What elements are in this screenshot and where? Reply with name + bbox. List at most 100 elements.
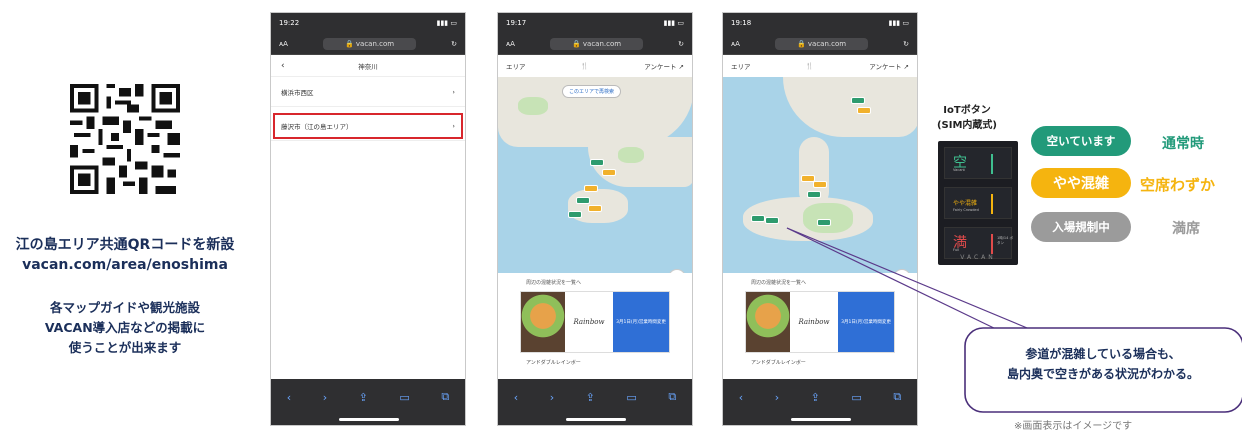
map-pin-vacant[interactable]	[568, 211, 582, 218]
list-item-fujisawa-enoshima[interactable]: 藤沢市（江の島エリア） ›	[271, 111, 465, 141]
iot-key-caption: Fairly Crowded	[953, 208, 979, 212]
reload-icon[interactable]: ↻	[678, 40, 684, 48]
shop-logo: Rainbow	[573, 318, 605, 326]
url-text: vacan.com	[355, 39, 395, 48]
list-item-yokohama[interactable]: 横浜市西区 ›	[271, 77, 465, 107]
text-size-button[interactable]: ᴀA	[731, 40, 740, 48]
url-text: vacan.com	[582, 39, 622, 48]
text-size-button[interactable]: ᴀA	[506, 40, 515, 48]
restaurant-icon[interactable]: 🍴	[581, 62, 589, 70]
callout-line2: 島内奥で空きがある状況がわかる。	[1006, 367, 1199, 381]
tabs-icon[interactable]: ⧉	[668, 390, 676, 404]
browser-url-bar[interactable]: ᴀA 🔒 vacan.com ↻	[723, 33, 917, 55]
chevron-right-icon: ›	[452, 87, 455, 96]
area-list: ‹ 神奈川 横浜市西区 › 藤沢市（江の島エリア） ›	[271, 55, 465, 381]
list-header-title: 神奈川	[358, 62, 378, 71]
survey-label: アンケート	[644, 63, 677, 71]
bookmarks-icon[interactable]: ▭	[399, 391, 409, 404]
shop-card[interactable]: Rainbow 3月1日(月)営業時間変更	[520, 291, 670, 353]
status-bar: 19:22 ▮▮▮ ▭	[271, 13, 465, 33]
home-indicator	[566, 418, 626, 421]
area-search-button[interactable]: このエリアで再検索	[562, 85, 622, 98]
back-chevron-icon[interactable]: ‹	[281, 61, 285, 71]
signal-battery-icon: ▮▮▮ ▭	[663, 19, 684, 27]
status-pill-crowded: やや混雑	[1031, 168, 1131, 198]
iot-title-line1: IoTボタン	[943, 105, 991, 116]
cards-list-label[interactable]: 周辺の混雑状況を一覧へ	[751, 279, 917, 286]
map-pin-crowded[interactable]	[857, 107, 871, 114]
forward-arrow-icon[interactable]: ›	[775, 391, 779, 404]
iot-key-led	[991, 194, 993, 214]
list-item-label: 横浜市西区	[281, 88, 314, 97]
url-text: vacan.com	[807, 39, 847, 48]
share-icon[interactable]: ⇪	[359, 391, 368, 404]
iot-key-symbol: やや混雑	[953, 200, 978, 207]
forward-arrow-icon[interactable]: ›	[550, 391, 554, 404]
shop-cards: 周辺の混雑状況を一覧へ Rainbow 3月1日(月)営業時間変更 アンドダブル…	[723, 273, 917, 381]
status-time: 19:22	[279, 19, 300, 27]
status-time: 19:17	[506, 19, 527, 27]
map-pin-vacant[interactable]	[765, 217, 779, 224]
status-bar: 19:17 ▮▮▮ ▭	[498, 13, 692, 33]
map-view[interactable]: このエリアで再検索 ≡	[498, 77, 692, 293]
map-pin-crowded[interactable]	[584, 185, 598, 192]
area-tab[interactable]: エリア	[506, 61, 526, 71]
browser-url-bar[interactable]: ᴀA 🔒 vacan.com ↻	[271, 33, 465, 55]
survey-link[interactable]: アンケート ↗	[644, 61, 684, 71]
browser-url-bar[interactable]: ᴀA 🔒 vacan.com ↻	[498, 33, 692, 55]
map-pin-crowded[interactable]	[813, 181, 827, 188]
bookmarks-icon[interactable]: ▭	[626, 391, 636, 404]
map-pin-vacant[interactable]	[807, 191, 821, 198]
map-header: エリア 🍴 アンケート ↗	[498, 55, 692, 77]
bookmarks-icon[interactable]: ▭	[851, 391, 861, 404]
map-view[interactable]: ≡	[723, 77, 917, 293]
forward-arrow-icon[interactable]: ›	[323, 391, 327, 404]
map-pin-vacant[interactable]	[817, 219, 831, 226]
left-caption-bottom: 各マップガイドや観光施設 VACAN導入店などの掲載に 使うことが出来ます	[0, 298, 250, 358]
shop-card[interactable]: Rainbow 3月1日(月)営業時間変更	[745, 291, 895, 353]
back-arrow-icon[interactable]: ‹	[514, 391, 518, 404]
chevron-right-icon: ›	[452, 121, 455, 130]
callout-text: 参道が混雑している場合も、 島内奥で空きがある状況がわかる。	[972, 344, 1234, 384]
share-icon[interactable]: ⇪	[811, 391, 820, 404]
reload-icon[interactable]: ↻	[903, 40, 909, 48]
map-park	[518, 97, 548, 115]
image-note: ※画面表示はイメージです	[1014, 421, 1133, 432]
map-pin-vacant[interactable]	[590, 159, 604, 166]
reload-icon[interactable]: ↻	[451, 40, 457, 48]
area-tab[interactable]: エリア	[731, 61, 751, 71]
status-pill-restricted: 入場規制中	[1031, 212, 1131, 242]
external-link-icon: ↗	[678, 63, 684, 71]
map-pin-vacant[interactable]	[851, 97, 865, 104]
map-pin-crowded[interactable]	[588, 205, 602, 212]
url-field[interactable]: 🔒 vacan.com	[549, 37, 644, 50]
caption-line-3: 各マップガイドや観光施設	[49, 300, 200, 315]
shop-notice: 3月1日(月)営業時間変更	[613, 292, 669, 352]
map-pin-vacant[interactable]	[576, 197, 590, 204]
iot-key-vacant[interactable]: 空 Vacant	[944, 147, 1012, 179]
tabs-icon[interactable]: ⧉	[441, 390, 449, 404]
shop-cards: 周辺の混雑状況を一覧へ Rainbow 3月1日(月)営業時間変更 アンドダブル…	[498, 273, 692, 381]
cards-list-label[interactable]: 周辺の混雑状況を一覧へ	[526, 279, 692, 286]
iot-key-led	[991, 154, 993, 174]
url-field[interactable]: 🔒 vacan.com	[322, 37, 417, 50]
text-size-button[interactable]: ᴀA	[279, 40, 288, 48]
survey-link[interactable]: アンケート ↗	[869, 61, 909, 71]
tabs-icon[interactable]: ⧉	[893, 390, 901, 404]
iot-key-crowded[interactable]: やや混雑 Fairly Crowded	[944, 187, 1012, 219]
back-arrow-icon[interactable]: ‹	[739, 391, 743, 404]
iot-key-caption: Vacant	[953, 168, 965, 172]
map-park	[618, 147, 644, 163]
iot-button-device: 空 Vacant やや混雑 Fairly Crowded 満 Full 1時/1…	[938, 141, 1018, 265]
map-pin-vacant[interactable]	[751, 215, 765, 222]
url-field[interactable]: 🔒 vacan.com	[774, 37, 869, 50]
shop-photo	[521, 292, 565, 352]
share-icon[interactable]: ⇪	[586, 391, 595, 404]
shop-notice: 3月1日(月)営業時間変更	[838, 292, 894, 352]
vacan-brand-logo: VACAN	[960, 254, 996, 261]
restaurant-icon[interactable]: 🍴	[806, 62, 814, 70]
back-arrow-icon[interactable]: ‹	[287, 391, 291, 404]
map-pin-crowded[interactable]	[602, 169, 616, 176]
status-label-full: 満席	[1172, 221, 1200, 237]
status-pill-vacant: 空いています	[1031, 126, 1131, 156]
